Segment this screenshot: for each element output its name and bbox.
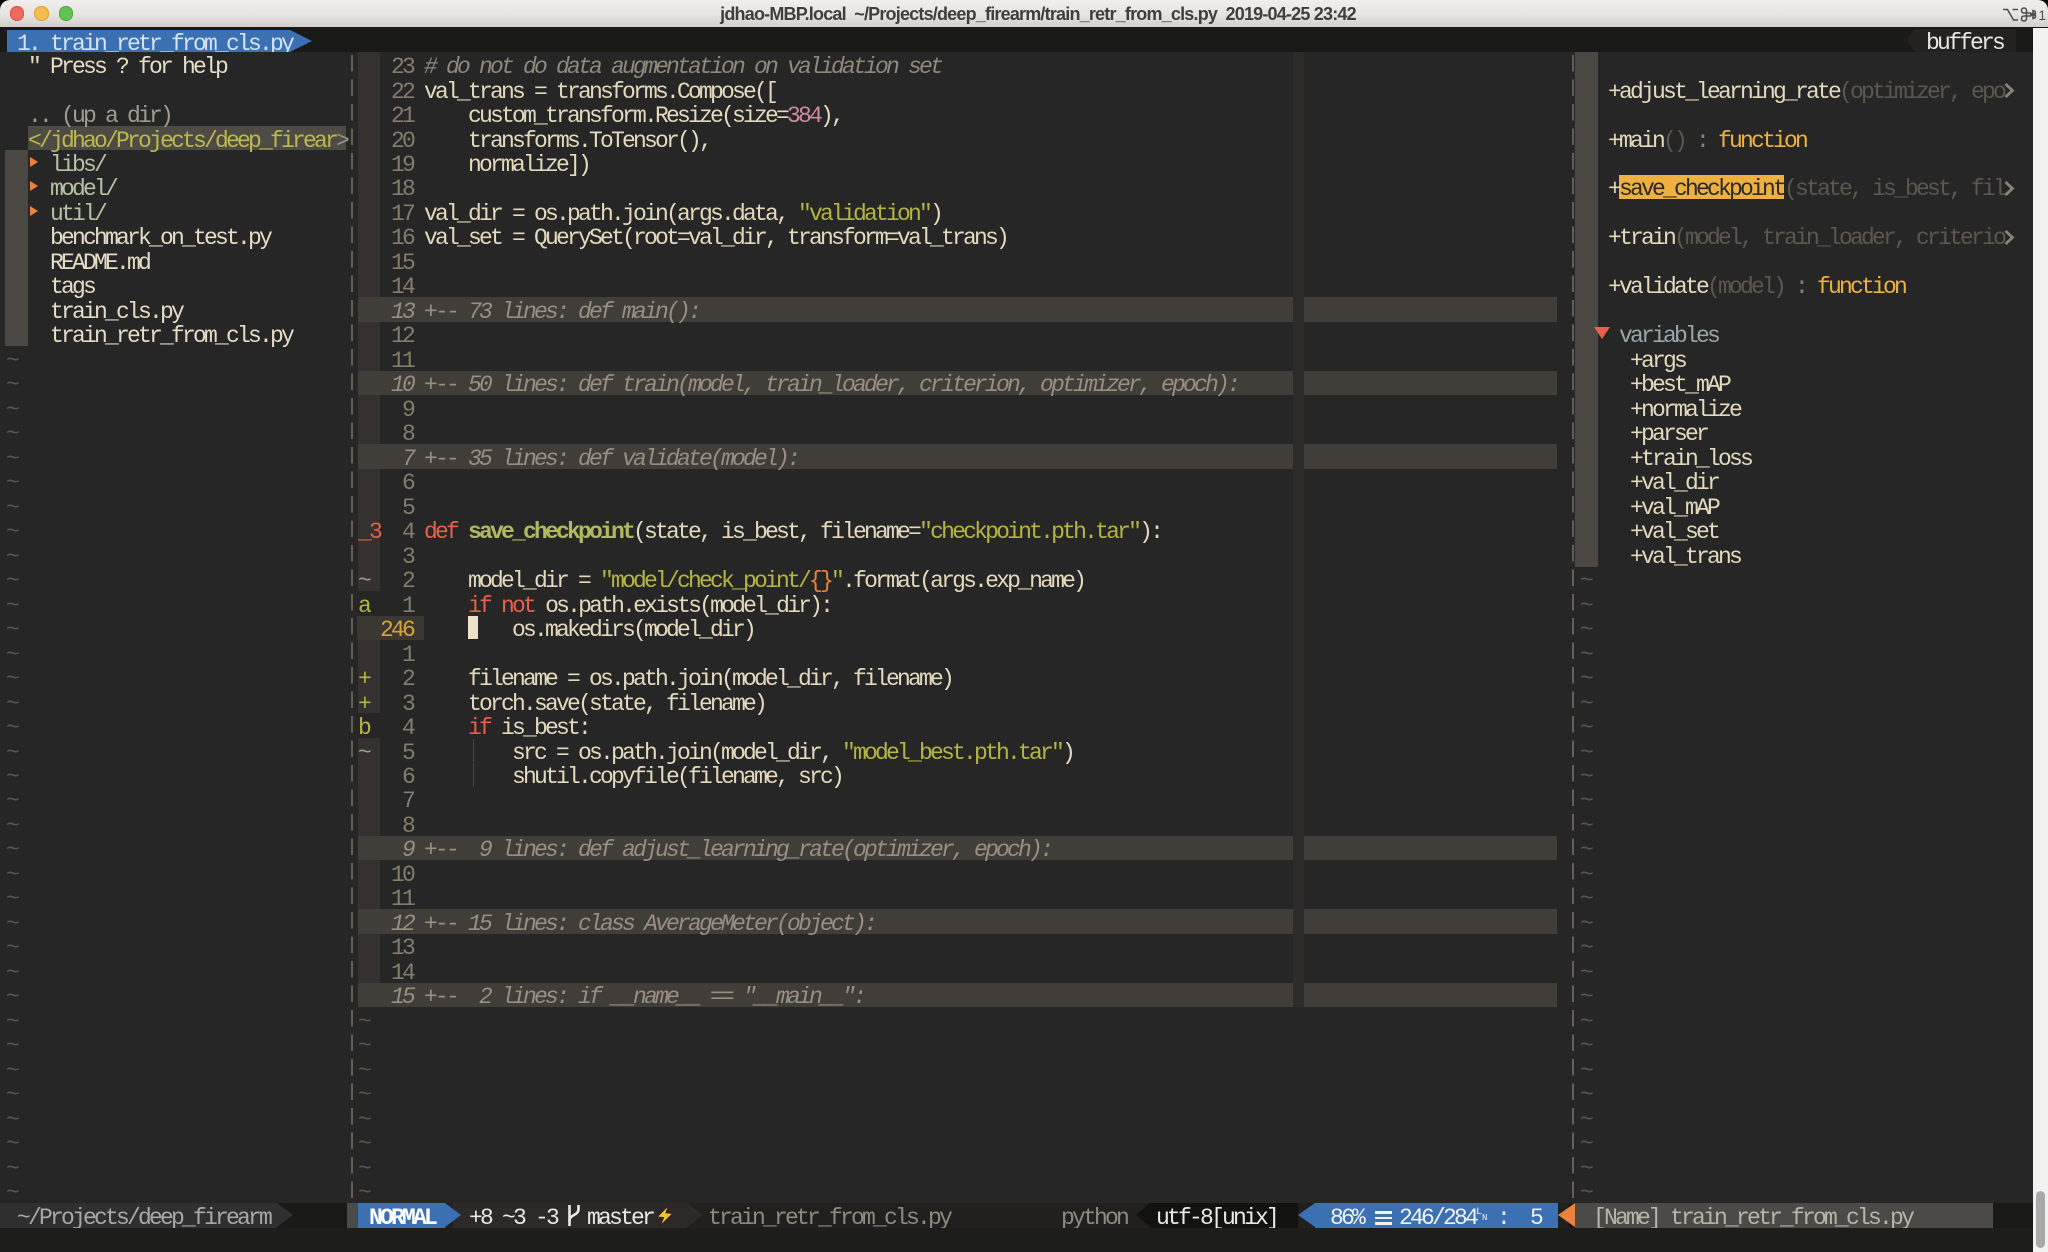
svg-text:1: 1 [2039, 8, 2047, 23]
